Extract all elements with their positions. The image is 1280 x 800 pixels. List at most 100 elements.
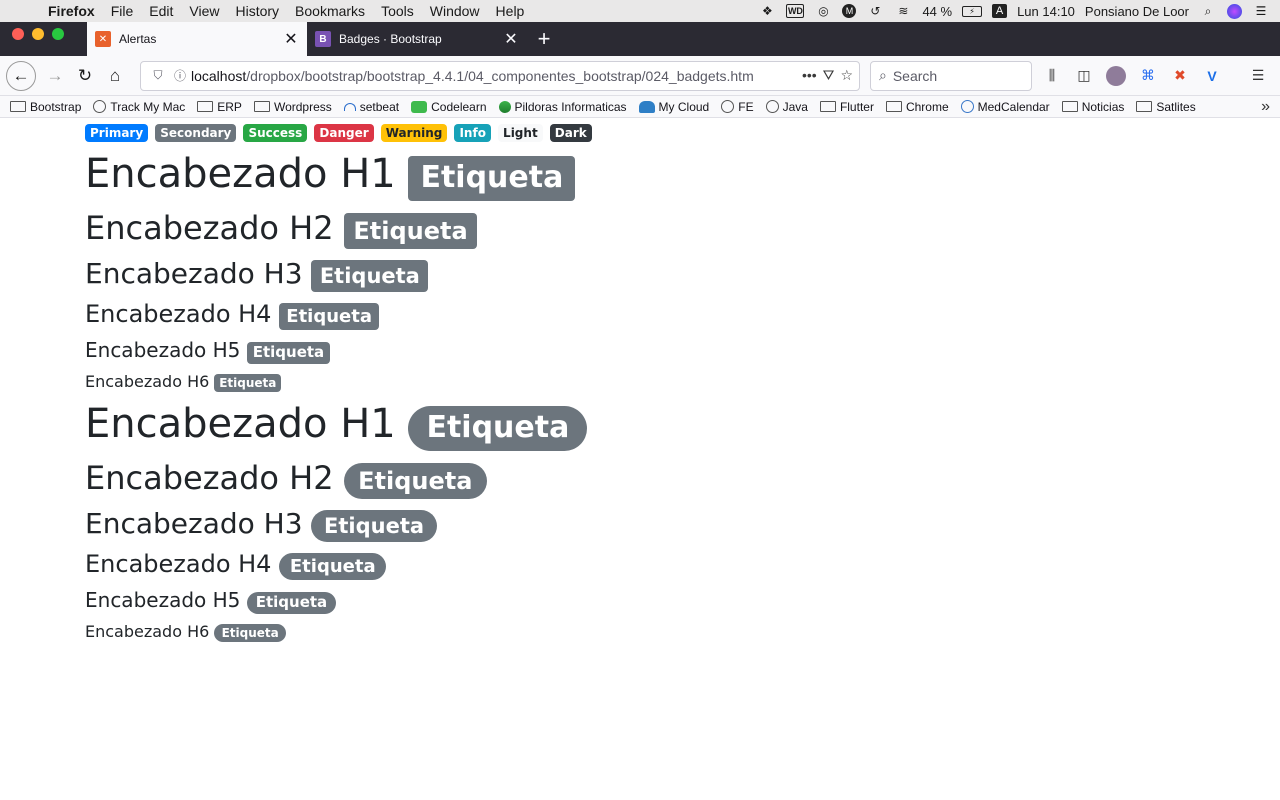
menu-view[interactable]: View (181, 3, 227, 19)
siri-icon[interactable] (1227, 3, 1242, 19)
dropbox-icon[interactable]: ❖ (758, 4, 776, 18)
wd-drive-icon[interactable]: WD (786, 4, 805, 18)
heading-h1: Encabezado H1 Etiqueta (85, 150, 1280, 201)
folder-icon (197, 101, 214, 112)
time-machine-icon[interactable]: ↺ (866, 4, 884, 18)
bookmark-java[interactable]: Java (765, 100, 808, 114)
translate-icon[interactable]: ⌘ (1138, 66, 1158, 86)
zoom-window-button[interactable] (52, 28, 64, 40)
url-text[interactable]: localhost/dropbox/bootstrap/bootstrap_4.… (191, 68, 802, 84)
input-source-icon[interactable]: A (992, 4, 1008, 18)
heading-text: Encabezado H4 (85, 549, 272, 578)
bookmark-medcalendar[interactable]: MedCalendar (960, 99, 1050, 114)
bookmark-erp[interactable]: ERP (197, 100, 242, 114)
bookmark-wordpress[interactable]: Wordpress (253, 100, 332, 114)
bookmark-label: FE (738, 99, 754, 114)
site-info-icon[interactable]: ⓘ (169, 67, 191, 84)
bookmark-label: Noticias (1081, 99, 1125, 114)
menu-history[interactable]: History (227, 3, 287, 19)
toolbar-buttons: ⫼ ◫ ⌘ ✖ V ☰ (1042, 65, 1274, 86)
notification-center-icon[interactable]: ☰ (1252, 4, 1270, 18)
battery-icon[interactable]: ⚡ (962, 5, 983, 17)
battery-percentage: 44 % (922, 3, 953, 19)
menu-window[interactable]: Window (422, 3, 488, 19)
menu-help[interactable]: Help (488, 3, 533, 19)
clock[interactable]: Lun 14:10 (1017, 4, 1075, 19)
badge-success: Success (243, 124, 308, 142)
tab-alertas[interactable]: ✕ Alertas ✕ (87, 22, 307, 56)
heading-h5-pill: Encabezado H5 Etiqueta (85, 588, 1280, 614)
menu-bookmarks[interactable]: Bookmarks (287, 3, 373, 19)
tracking-protection-icon[interactable]: ⛉ (147, 68, 169, 83)
bookmark-label: Track My Mac (110, 99, 186, 114)
bookmark-star-icon[interactable]: ☆ (840, 67, 853, 84)
forward-button[interactable]: → (40, 61, 70, 91)
heading-badge: Etiqueta (279, 303, 380, 331)
bookmark-label: setbeat (359, 99, 400, 114)
bookmark-noticias[interactable]: Noticias (1061, 99, 1125, 114)
home-button[interactable]: ⌂ (100, 61, 130, 91)
extension-v-icon[interactable]: V (1202, 66, 1222, 86)
bookmark-label: MedCalendar (977, 99, 1050, 114)
badge-info: Info (454, 124, 491, 142)
badge-warning: Warning (380, 124, 448, 142)
search-input[interactable]: ⌕ Search (870, 60, 1032, 91)
wifi-icon[interactable]: ≋ (894, 4, 912, 18)
heading-h1-pill: Encabezado H1 Etiqueta (85, 400, 1280, 451)
back-button[interactable]: ← (6, 60, 36, 91)
url-actions: ••• ⛛ ☆ (802, 67, 853, 84)
library-icon[interactable]: ⫼ (1042, 66, 1062, 86)
heading-h6: Encabezado H6 Etiqueta (85, 372, 1280, 392)
close-tab-icon[interactable]: ✕ (503, 29, 519, 49)
extension-x-icon[interactable]: ✖ (1170, 66, 1190, 86)
heading-text: Encabezado H5 (85, 588, 241, 613)
tab-badges-bootstrap[interactable]: B Badges · Bootstrap ✕ (307, 22, 527, 56)
contextual-badges-row: Primary Secondary Success Danger Warning… (85, 124, 1280, 142)
sidebar-icon[interactable]: ◫ (1074, 66, 1094, 86)
menu-edit[interactable]: Edit (141, 3, 181, 19)
bookmark-chrome[interactable]: Chrome (885, 99, 949, 114)
more-bookmarks-chevron-icon[interactable]: » (1261, 98, 1270, 116)
pocket-icon[interactable]: ⛛ (823, 67, 835, 84)
menu-file[interactable]: File (103, 3, 142, 19)
reload-button[interactable]: ↻ (70, 61, 100, 91)
close-tab-icon[interactable]: ✕ (283, 29, 299, 49)
bookmark-label: Pildoras Informaticas (514, 99, 627, 114)
badge-danger: Danger (314, 124, 374, 142)
menu-tools[interactable]: Tools (373, 3, 422, 19)
bookmark-satlites[interactable]: Satlites (1136, 99, 1196, 114)
bookmark-track-my-mac[interactable]: Track My Mac (93, 100, 185, 114)
heading-h5: Encabezado H5 Etiqueta (85, 338, 1280, 364)
heading-badge: Etiqueta (214, 374, 282, 392)
menu-app-firefox[interactable]: Firefox (40, 3, 103, 19)
bookmark-bootstrap[interactable]: Bootstrap (10, 100, 81, 114)
bookmark-my-cloud[interactable]: My Cloud (638, 100, 709, 114)
minimize-window-button[interactable] (32, 28, 44, 40)
new-tab-button[interactable]: + (527, 22, 561, 56)
spotlight-search-icon[interactable]: ⌕ (1199, 4, 1217, 18)
bookmark-flutter[interactable]: Flutter (819, 100, 874, 114)
cloud-icon (638, 100, 655, 113)
ghost-icon[interactable]: ◎ (814, 4, 832, 18)
url-bar[interactable]: ⛉ ⓘ localhost/dropbox/bootstrap/bootstra… (140, 60, 860, 91)
status-menus: ❖ WD ◎ M ↺ ≋ 44 % ⚡ A Lun 14:10 Ponsiano… (758, 3, 1270, 19)
account-avatar-icon[interactable] (1106, 65, 1126, 86)
heading-text: Encabezado H1 (85, 401, 396, 447)
setbeat-icon (343, 102, 356, 111)
bookmark-label: Chrome (905, 99, 949, 114)
bookmark-codelearn[interactable]: Codelearn (411, 100, 487, 114)
heading-pill-badge: Etiqueta (311, 510, 437, 542)
m-app-icon[interactable]: M (842, 4, 857, 18)
bookmark-pildoras-informaticas[interactable]: Pildoras Informaticas (498, 99, 627, 114)
bookmark-fe[interactable]: FE (721, 99, 754, 114)
user-name[interactable]: Ponsiano De Loor (1085, 4, 1189, 19)
page-actions-icon[interactable]: ••• (802, 67, 817, 84)
heading-pill-badge: Etiqueta (279, 553, 387, 581)
bookmark-label: Satlites (1156, 99, 1196, 114)
heading-h2: Encabezado H2 Etiqueta (85, 209, 1280, 249)
hamburger-menu-icon[interactable]: ☰ (1248, 66, 1268, 86)
bookmark-setbeat[interactable]: setbeat (343, 99, 400, 114)
heading-text: Encabezado H3 (85, 506, 303, 540)
folder-icon (885, 101, 902, 112)
close-window-button[interactable] (12, 28, 24, 40)
